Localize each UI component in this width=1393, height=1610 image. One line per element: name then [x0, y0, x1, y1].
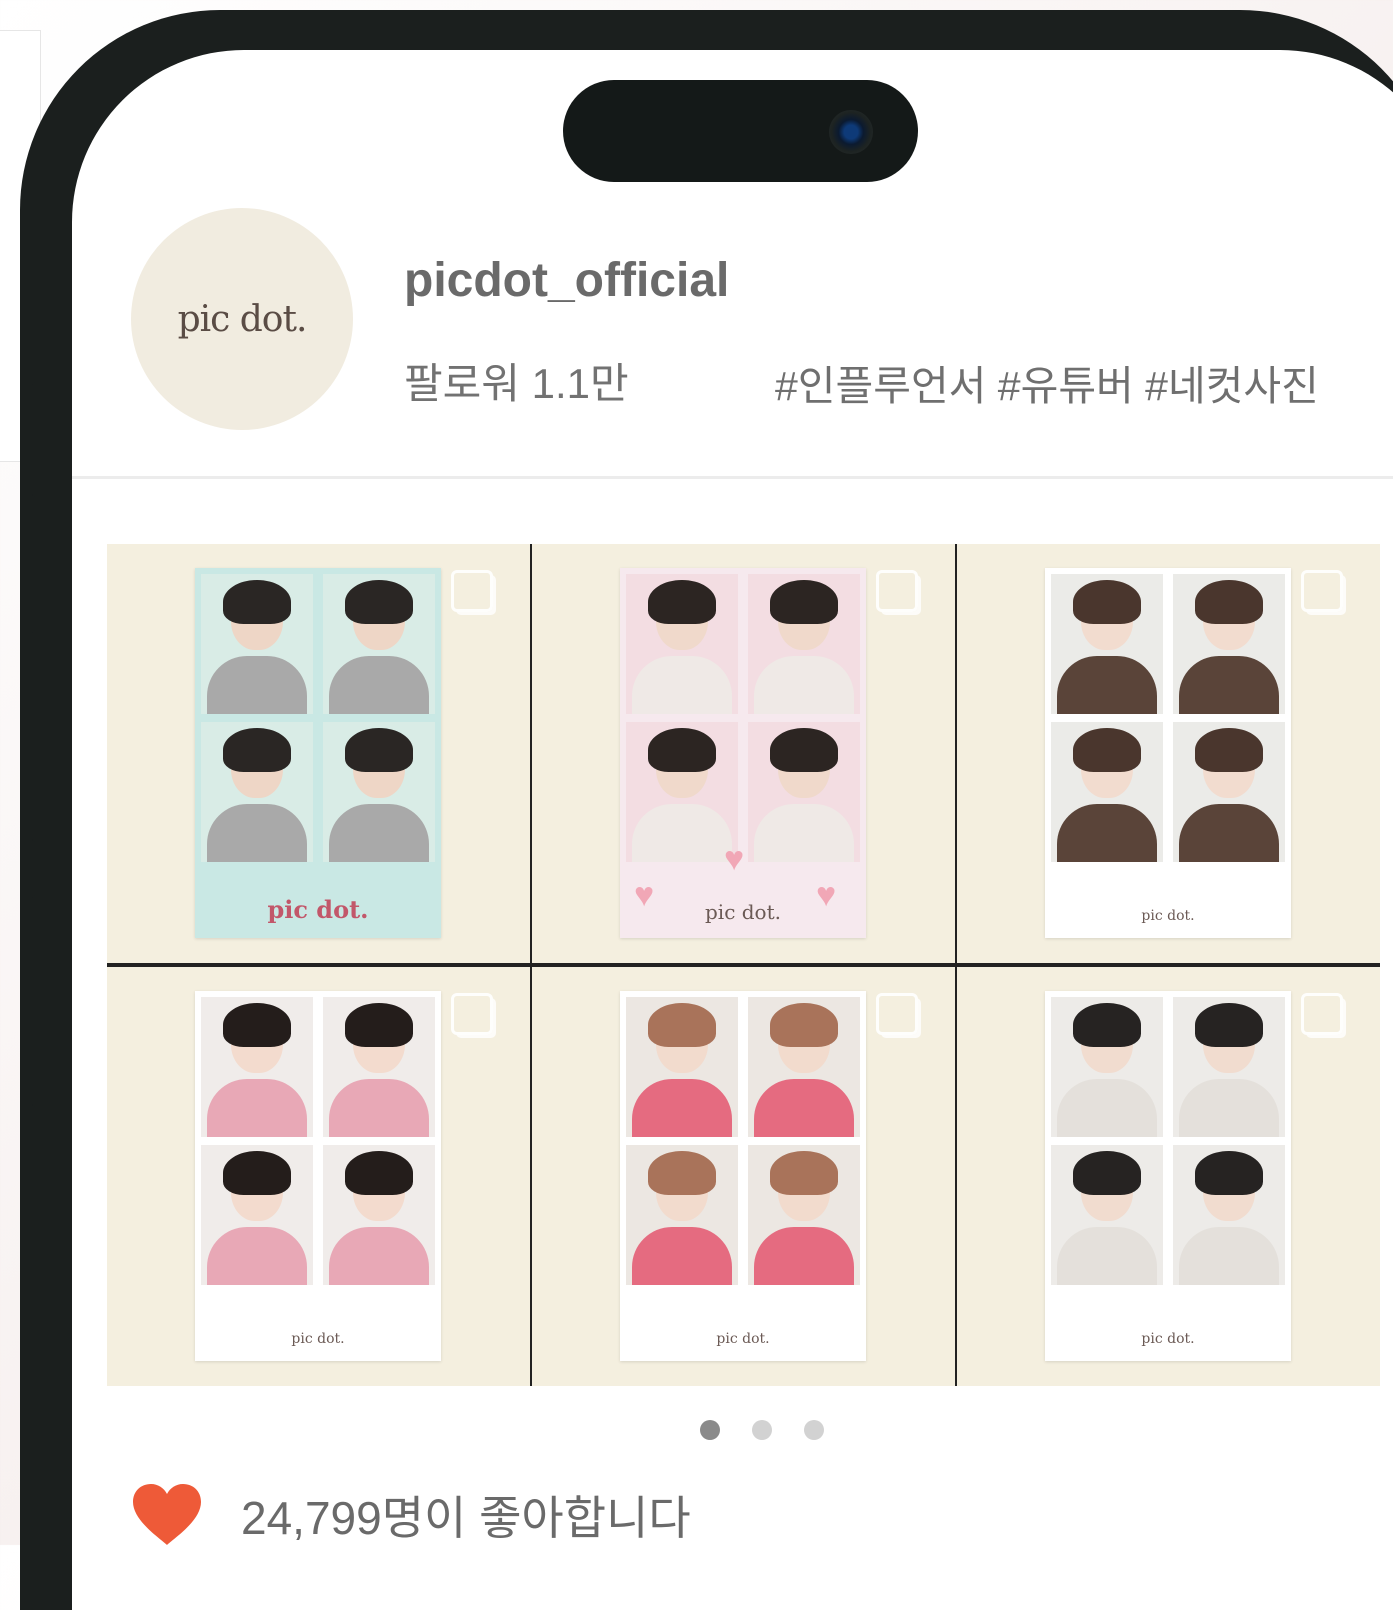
- silence-switch: [32, 382, 44, 497]
- photo-strip: pic dot.: [195, 568, 441, 938]
- strip-logo: pic dot.: [705, 900, 781, 924]
- strip-logo: pic dot.: [1141, 908, 1195, 924]
- photo-tile[interactable]: pic dot.: [532, 967, 955, 1386]
- multi-photo-icon: [451, 993, 493, 1035]
- strip-logo: pic dot.: [267, 895, 369, 924]
- photo-strip: pic dot.: [195, 991, 441, 1361]
- divider: [72, 476, 1393, 479]
- multi-photo-icon: [1301, 570, 1343, 612]
- heart-sticker-icon: ♥: [724, 840, 745, 878]
- photo-strip: pic dot.: [1045, 991, 1291, 1361]
- photo-strip: pic dot.: [1045, 568, 1291, 938]
- phone-screen: pic dot. picdot_official 팔로워 1.1만 #인플루언서…: [72, 50, 1393, 1610]
- avatar[interactable]: pic dot.: [131, 208, 353, 430]
- carousel-dot[interactable]: [804, 1420, 824, 1440]
- heart-icon[interactable]: [131, 1483, 203, 1547]
- volume-down-button: [32, 895, 44, 1107]
- photo-strip: pic dot.: [620, 991, 866, 1361]
- photo-tile[interactable]: ♥ ♥ ♥ pic dot.: [532, 544, 955, 963]
- multi-photo-icon: [451, 570, 493, 612]
- strip-logo: pic dot.: [291, 1331, 345, 1347]
- carousel-indicator: [72, 1420, 1393, 1440]
- photo-tile[interactable]: pic dot.: [107, 544, 530, 963]
- camera-icon: [829, 110, 873, 154]
- profile-hashtags: #인플루언서 #유튜버 #네컷사진: [775, 363, 1319, 409]
- strip-logo: pic dot.: [1141, 1331, 1195, 1347]
- strip-logo: pic dot.: [716, 1331, 770, 1347]
- multi-photo-icon: [1301, 993, 1343, 1035]
- multi-photo-icon: [876, 993, 918, 1035]
- dynamic-island: [563, 80, 918, 182]
- username[interactable]: picdot_official: [404, 253, 729, 308]
- carousel-dot[interactable]: [752, 1420, 772, 1440]
- photo-tile[interactable]: pic dot.: [957, 967, 1380, 1386]
- likes-count: 24,799명이 좋아합니다: [241, 1492, 691, 1544]
- photo-tile[interactable]: pic dot.: [107, 967, 530, 1386]
- follower-count: 팔로워 1.1만: [404, 360, 629, 407]
- post-image-grid[interactable]: pic dot. ♥ ♥ ♥ pic dot. pic dot. pic dot…: [107, 544, 1380, 1386]
- multi-photo-icon: [876, 570, 918, 612]
- phone-frame: pic dot. picdot_official 팔로워 1.1만 #인플루언서…: [20, 10, 1393, 1610]
- avatar-logo: pic dot.: [177, 298, 308, 340]
- volume-up-button: [32, 630, 44, 842]
- likes-row: 24,799명이 좋아합니다: [131, 1480, 691, 1550]
- carousel-dot[interactable]: [700, 1420, 720, 1440]
- photo-tile[interactable]: pic dot.: [957, 544, 1380, 963]
- photo-strip: ♥ ♥ ♥ pic dot.: [620, 568, 866, 938]
